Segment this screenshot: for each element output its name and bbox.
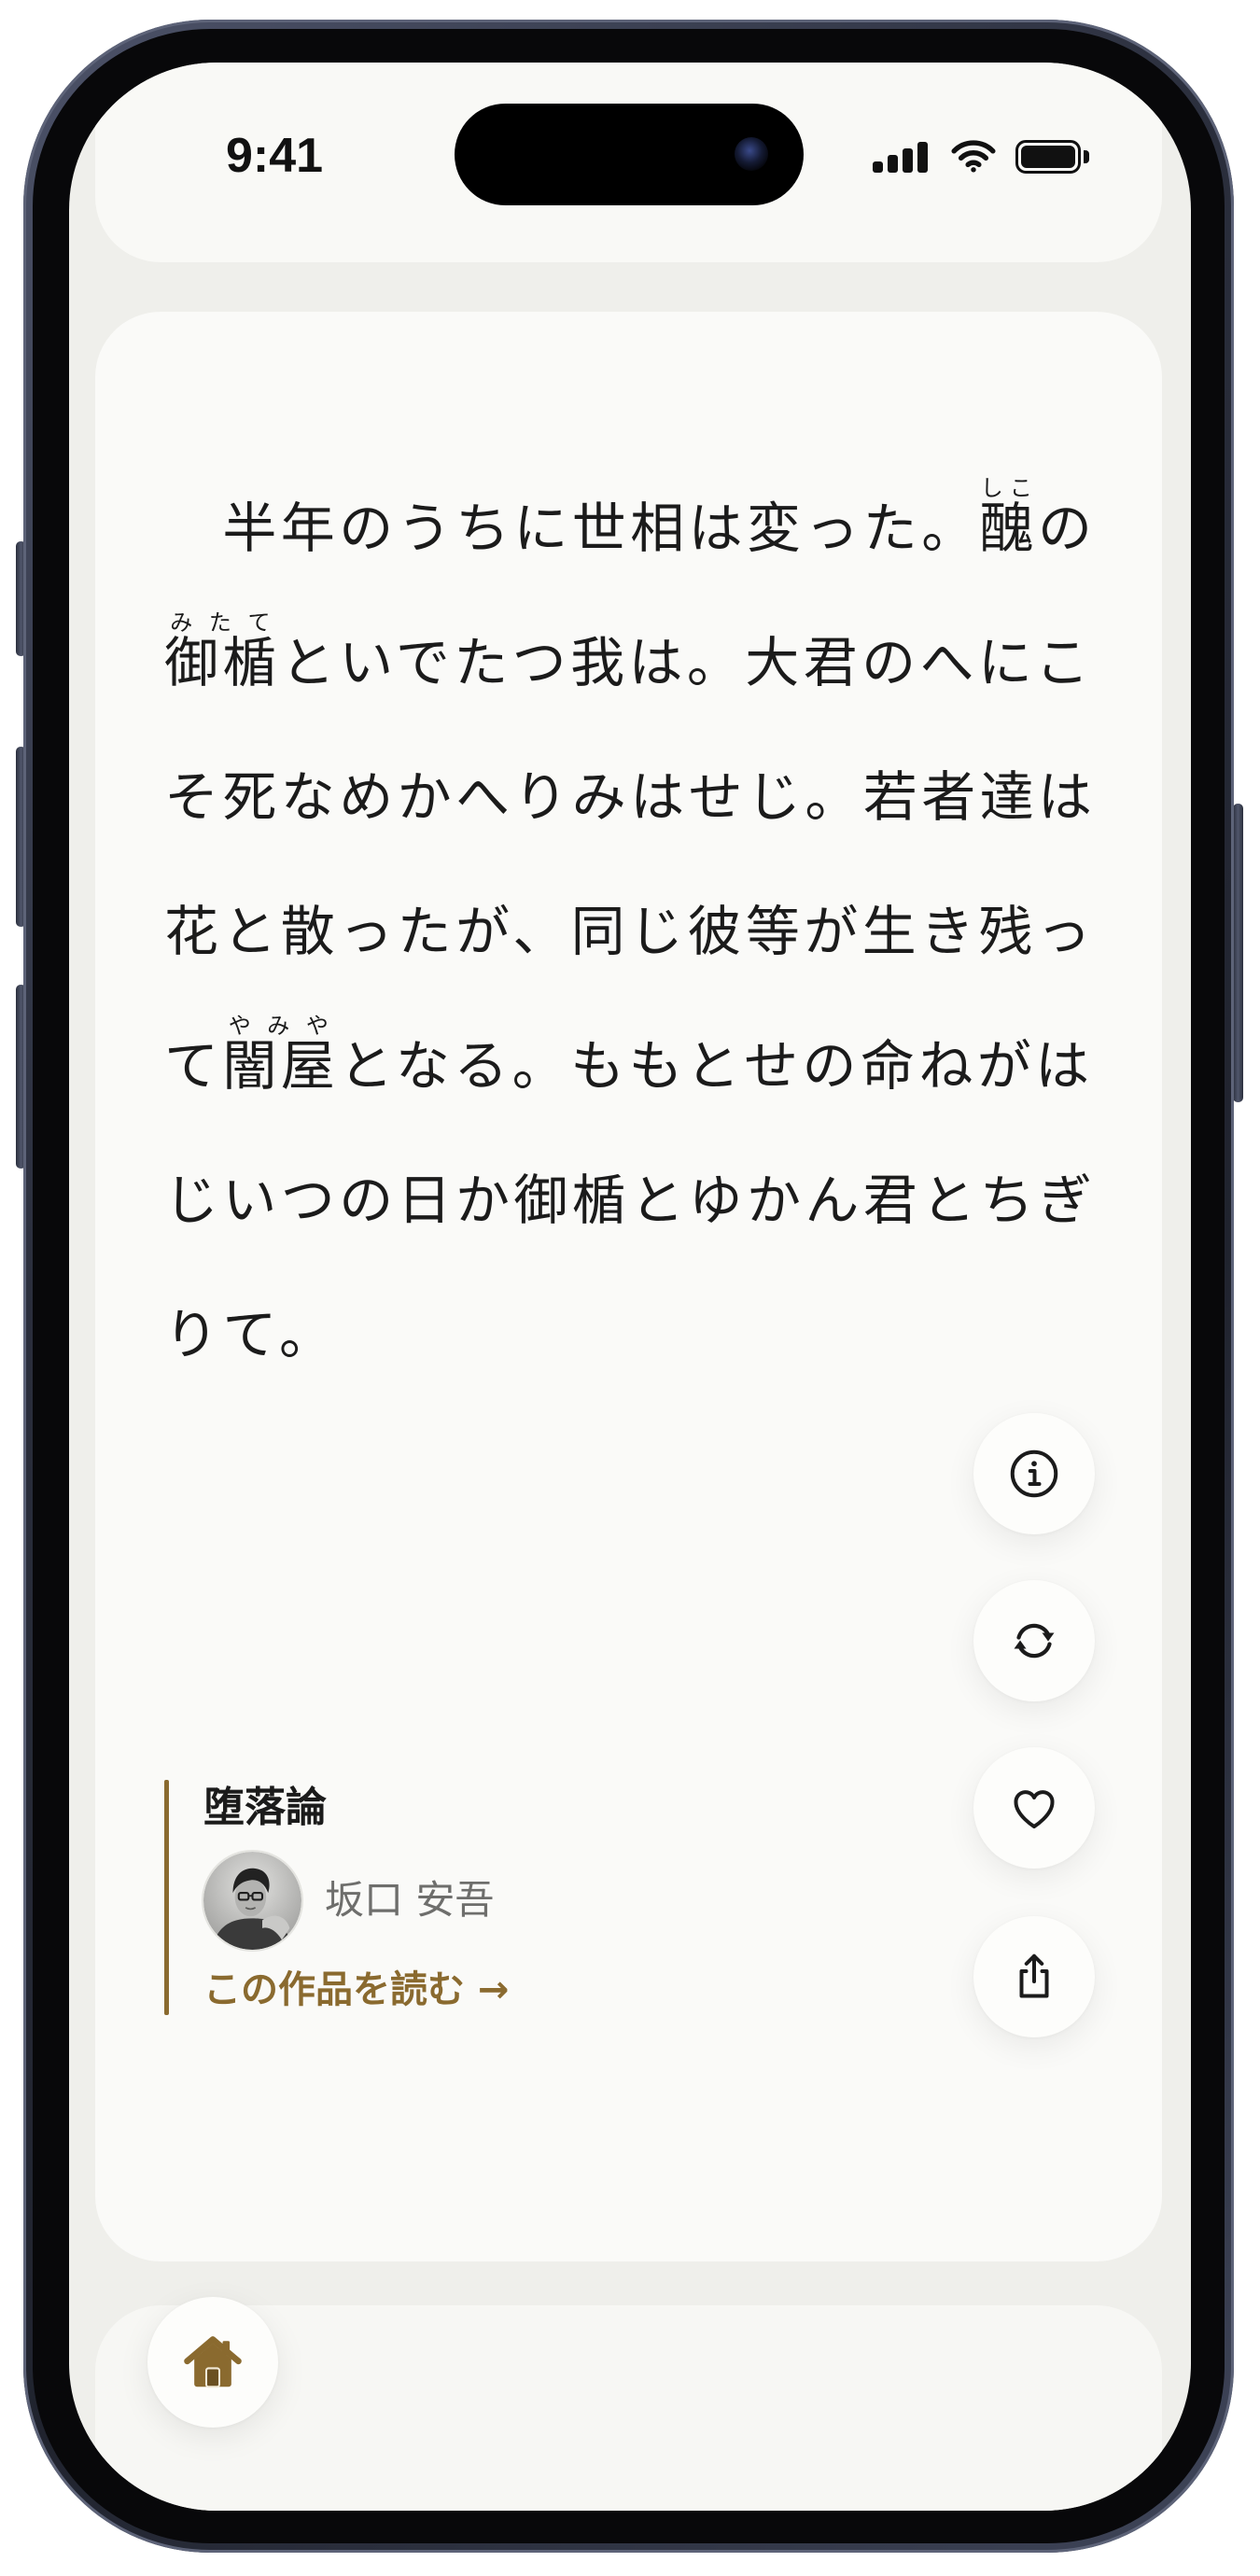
heart-icon xyxy=(1014,1790,1055,1828)
battery-level-fill xyxy=(1021,146,1075,168)
passage-text: りて。 xyxy=(164,1303,338,1366)
passage-line: 半年のうちに世相は変った。醜しこの xyxy=(164,461,1101,595)
favorite-button[interactable] xyxy=(973,1747,1095,1869)
passage-text: の xyxy=(1038,497,1097,560)
home-button[interactable] xyxy=(147,2297,278,2428)
passage: 半年のうちに世相は変った。醜しこの 御楯みたてといでたつ我は。大君のへにこ そ死なめ… xyxy=(164,461,1101,1402)
passage-text: 花と散ったが、同じ彼等が生き残っ xyxy=(164,900,1096,963)
passage-text: て xyxy=(164,1034,223,1098)
front-camera xyxy=(735,137,768,171)
power-button xyxy=(1233,804,1243,1102)
ruby-word: 御楯みたて xyxy=(164,609,281,694)
info-icon xyxy=(1010,1449,1058,1498)
ruby-reading: やみや xyxy=(222,1013,340,1039)
battery-body xyxy=(1015,140,1081,174)
passage-line: て闇屋やみやとなる。ももとせの命ねがは xyxy=(164,999,1101,1133)
ruby-reading: みたて xyxy=(164,609,281,636)
work-title: 堕落論 xyxy=(203,1784,327,1831)
author-portrait xyxy=(203,1852,301,1950)
share-icon xyxy=(1019,1953,1049,1998)
passage-text: そ死なめかへりみはせじ。若者達は xyxy=(164,765,1097,829)
refresh-icon xyxy=(1014,1623,1055,1659)
passage-line: 御楯みたてといでたつ我は。大君のへにこ xyxy=(164,595,1101,730)
screen: 9:41 半年のうちに世相は変った。醜しこの 御楯みたてといでたつ我は。大君のへに… xyxy=(69,63,1191,2511)
author-avatar xyxy=(203,1852,301,1950)
battery-icon xyxy=(1015,140,1092,174)
ruby-reading: しこ xyxy=(979,475,1038,501)
ruby-word: 醜しこ xyxy=(979,475,1039,560)
dynamic-island xyxy=(455,104,804,205)
refresh-button[interactable] xyxy=(973,1580,1095,1701)
passage-text: となる。ももとせの命ねがは xyxy=(339,1034,1094,1098)
info-button[interactable] xyxy=(973,1413,1095,1534)
status-time: 9:41 xyxy=(225,129,324,183)
wifi-icon xyxy=(951,140,996,173)
work-accent-bar xyxy=(164,1780,169,2015)
quote-card: 半年のうちに世相は変った。醜しこの 御楯みたてといでたつ我は。大君のへにこ そ死なめ… xyxy=(95,312,1162,2261)
passage-line: 花と散ったが、同じ彼等が生き残っ xyxy=(164,864,1101,999)
ruby-word: 闇屋やみや xyxy=(222,1013,340,1098)
battery-cap xyxy=(1084,150,1089,163)
passage-text: じいつの日か御楯とゆかん君とちぎ xyxy=(164,1169,1097,1232)
share-button[interactable] xyxy=(973,1916,1095,2037)
passage-line: そ死なめかへりみはせじ。若者達は xyxy=(164,730,1101,864)
passage-text: といでたつ我は。大君のへにこ xyxy=(280,631,1094,694)
passage-line: りて。 xyxy=(164,1267,1101,1402)
signal-icon xyxy=(873,141,931,173)
phone-frame: 9:41 半年のうちに世相は変った。醜しこの 御楯みたてといでたつ我は。大君のへに… xyxy=(23,20,1234,2553)
read-work-link[interactable]: この作品を読む → xyxy=(203,1964,509,2016)
passage-line: じいつの日か御楯とゆかん君とちぎ xyxy=(164,1133,1101,1267)
passage-text: 半年のうちに世相は変った。 xyxy=(164,497,980,560)
home-icon xyxy=(184,2336,242,2388)
work-author: 坂口 安吾 xyxy=(325,1877,495,1923)
